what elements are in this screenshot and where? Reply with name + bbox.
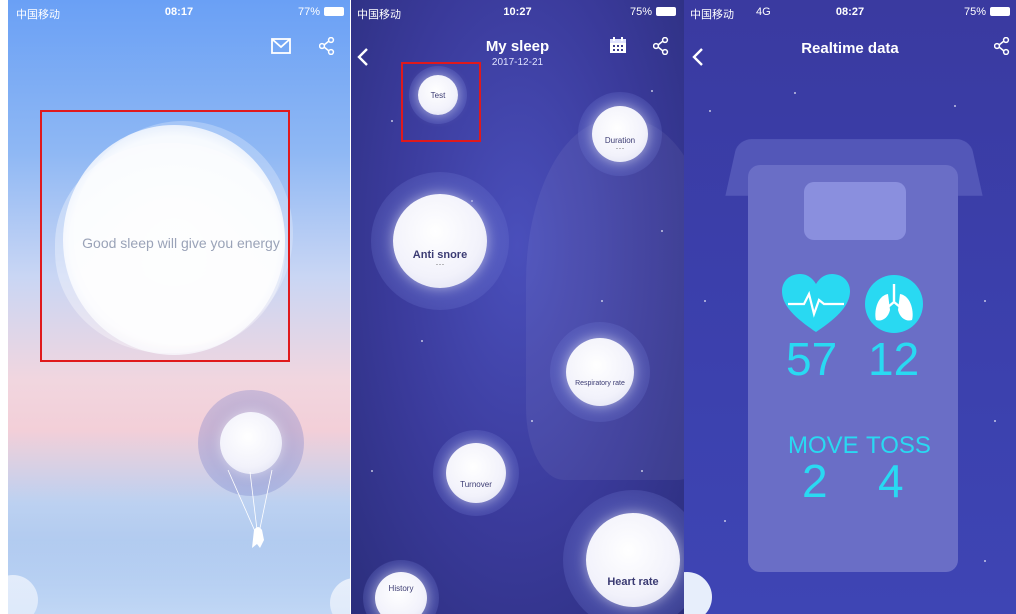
my-sleep-screen: 中国移动 10:27 75% My sleep 2017-12-21 Test … xyxy=(351,0,684,614)
battery-icon xyxy=(656,7,676,16)
parachute-strings-icon xyxy=(227,470,273,548)
history-label: History xyxy=(388,583,414,593)
lungs-icon xyxy=(865,275,923,333)
balloon-button[interactable] xyxy=(220,412,282,474)
share-icon[interactable] xyxy=(994,37,1010,55)
breath-rate-value: 12 xyxy=(868,333,920,385)
sleep-home-screen: 中国移动 08:17 77% Good sleep will give you … xyxy=(8,0,350,614)
highlight-box xyxy=(401,62,481,142)
calendar-icon[interactable] xyxy=(609,36,627,54)
realtime-data-screen: 中国移动 4G 08:27 75% Realtime data 57 12 MO… xyxy=(684,0,1016,614)
anti-snore-value: ··· xyxy=(435,259,445,269)
pillow xyxy=(804,182,906,240)
turnover-label: Turnover xyxy=(460,479,492,489)
status-bar: 中国移动 10:27 75% xyxy=(351,0,684,22)
battery-icon xyxy=(990,7,1010,16)
cloud-floor xyxy=(8,540,350,614)
status-bar: 中国移动 08:17 77% xyxy=(8,0,350,22)
bottom-left-button[interactable] xyxy=(684,572,712,614)
duration-value: ··· xyxy=(615,142,625,153)
heart-rate-bubble[interactable]: Heart rate xyxy=(586,513,680,607)
turnover-bubble[interactable]: Turnover xyxy=(446,443,506,503)
respiratory-label: Respiratory rate xyxy=(575,379,625,387)
battery-label: 77% xyxy=(297,6,320,18)
page-title: Realtime data xyxy=(801,40,899,57)
battery-icon xyxy=(324,7,344,16)
battery-label: 75% xyxy=(629,6,652,18)
anti-snore-bubble[interactable]: Anti snore ··· xyxy=(393,194,487,288)
heart-rate-icon xyxy=(782,274,850,332)
move-value: 2 xyxy=(802,455,828,507)
duration-bubble[interactable]: Duration ··· xyxy=(592,106,648,162)
page-title: My sleep xyxy=(485,38,550,55)
status-bar: 中国移动 4G 08:27 75% xyxy=(684,0,1016,22)
share-icon[interactable] xyxy=(653,37,669,55)
battery-label: 75% xyxy=(963,6,986,18)
heart-rate-value: 57 xyxy=(786,333,838,385)
heart-rate-label: Heart rate xyxy=(607,576,659,588)
sleeper-silhouette xyxy=(526,120,684,480)
highlight-box xyxy=(40,110,290,362)
mail-icon[interactable] xyxy=(271,38,291,54)
toss-value: 4 xyxy=(878,455,904,507)
share-icon[interactable] xyxy=(319,37,335,55)
respiratory-rate-bubble[interactable]: Respiratory rate xyxy=(566,338,634,406)
